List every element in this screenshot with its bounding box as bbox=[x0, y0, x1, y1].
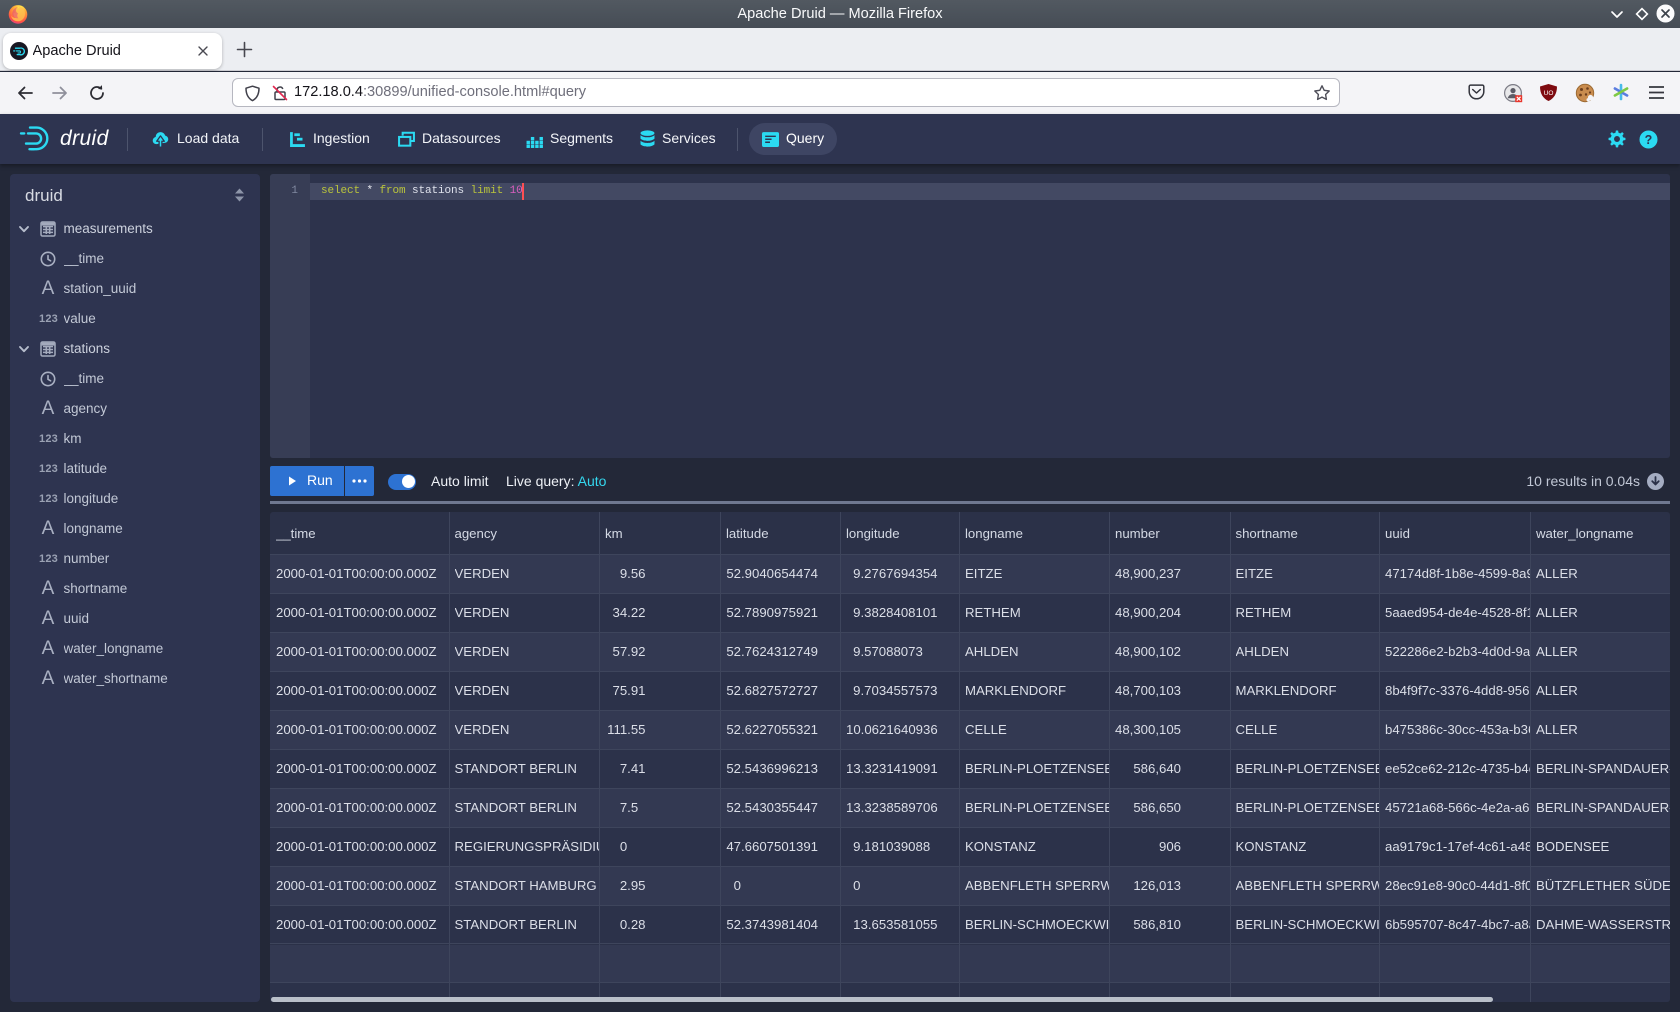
svg-text:UO: UO bbox=[1544, 90, 1554, 97]
svg-text:?: ? bbox=[1645, 133, 1653, 147]
